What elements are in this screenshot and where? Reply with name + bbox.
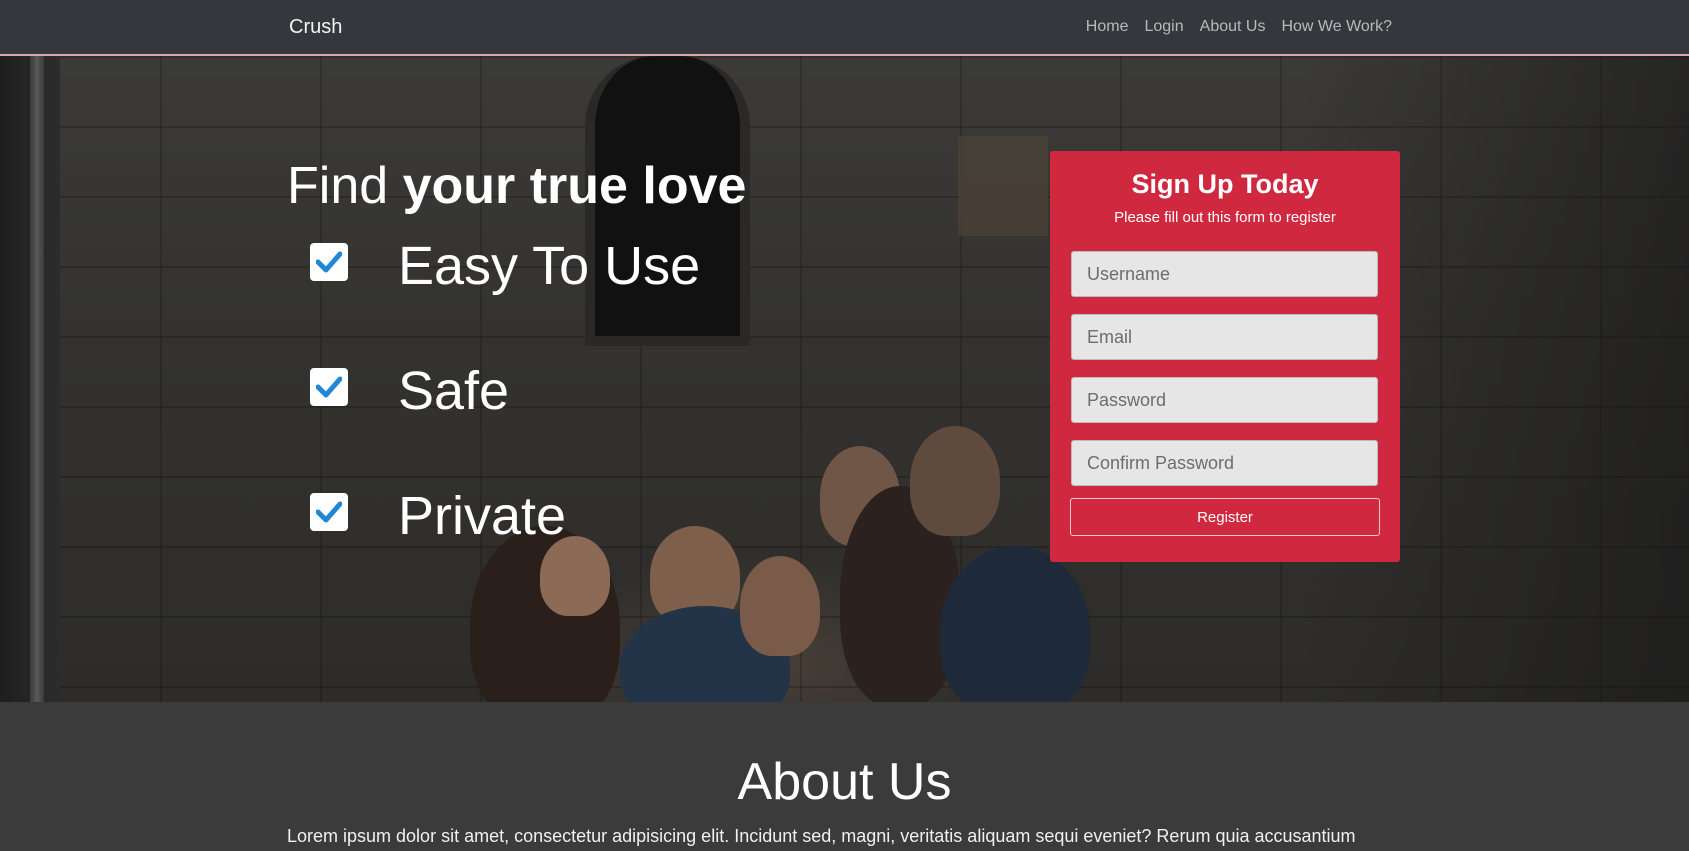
nav-how-we-work[interactable]: How We Work?	[1281, 18, 1392, 36]
signup-form: Sign Up Today Please fill out this form …	[1050, 151, 1400, 562]
feature-label: Easy To Use	[398, 236, 701, 296]
nav-login[interactable]: Login	[1144, 18, 1183, 36]
navbar: Crush Home Login About Us How We Work?	[0, 0, 1689, 56]
username-field[interactable]	[1071, 251, 1378, 297]
hero-section: Find your true love Easy To Use Safe Pri…	[0, 56, 1689, 702]
feature-item: Safe	[310, 361, 509, 421]
nav-links: Home Login About Us How We Work?	[1086, 18, 1392, 36]
hero-title: Find your true love	[287, 157, 747, 215]
confirm-password-field[interactable]	[1071, 440, 1378, 486]
check-icon	[310, 368, 348, 406]
nav-home[interactable]: Home	[1086, 18, 1129, 36]
brand-logo[interactable]: Crush	[289, 16, 342, 39]
nav-about-us[interactable]: About Us	[1200, 18, 1266, 36]
check-icon	[310, 243, 348, 281]
password-field[interactable]	[1071, 377, 1378, 423]
feature-item: Private	[310, 486, 566, 546]
feature-item: Easy To Use	[310, 236, 700, 296]
email-field[interactable]	[1071, 314, 1378, 360]
about-section: About Us Lorem ipsum dolor sit amet, con…	[0, 702, 1689, 851]
about-title: About Us	[737, 753, 952, 811]
signup-title: Sign Up Today	[1131, 169, 1319, 199]
register-button[interactable]: Register	[1070, 498, 1380, 536]
feature-label: Safe	[398, 361, 510, 421]
feature-label: Private	[398, 486, 567, 546]
about-text: Lorem ipsum dolor sit amet, consectetur …	[287, 826, 1356, 846]
signup-subtitle: Please fill out this form to register	[1114, 209, 1336, 226]
check-icon	[310, 493, 348, 531]
